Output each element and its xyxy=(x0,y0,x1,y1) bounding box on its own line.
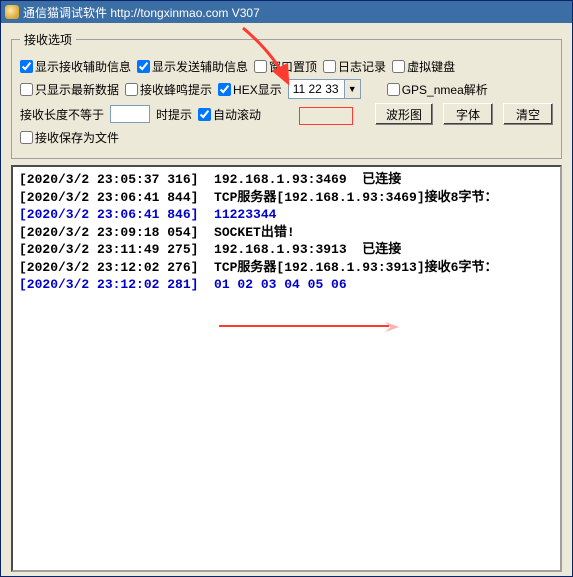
log-line: [2020/3/2 23:09:18 054] SOCKET出错! xyxy=(19,224,554,242)
chk-show-recv-aux[interactable]: 显示接收辅助信息 xyxy=(20,58,131,75)
log-line: [2020/3/2 23:12:02 276] TCP服务器[192.168.1… xyxy=(19,259,554,277)
chk-gps-box[interactable] xyxy=(387,83,400,96)
options-row-2: 只显示最新数据 接收蜂鸣提示 HEX显示 ▼ GPS_nmea解析 xyxy=(20,79,553,99)
log-line: [2020/3/2 23:12:02 281] 01 02 03 04 05 0… xyxy=(19,276,554,294)
log-line: [2020/3/2 23:06:41 844] TCP服务器[192.168.1… xyxy=(19,189,554,207)
app-icon xyxy=(5,5,19,19)
chk-auto-scroll[interactable]: 自动滚动 xyxy=(198,106,261,123)
chk-hex[interactable]: HEX显示 xyxy=(218,81,282,98)
titlebar[interactable]: 通信猫调试软件 http://tongxinmao.com V307 xyxy=(1,1,572,23)
chk-label: 虚拟键盘 xyxy=(407,58,455,75)
chevron-down-icon[interactable]: ▼ xyxy=(344,80,360,98)
options-row-1: 显示接收辅助信息 显示发送辅助信息 窗口置顶 日志记录 虚拟键盘 xyxy=(20,58,553,75)
chk-log-record-box[interactable] xyxy=(323,60,336,73)
chk-label: 日志记录 xyxy=(338,58,386,75)
chk-show-send-aux-box[interactable] xyxy=(137,60,150,73)
chk-label: 只显示最新数据 xyxy=(35,81,119,98)
group-legend: 接收选项 xyxy=(20,31,76,48)
len-ne-label: 接收长度不等于 xyxy=(20,106,104,123)
chk-only-latest-box[interactable] xyxy=(20,83,33,96)
chk-only-latest[interactable]: 只显示最新数据 xyxy=(20,81,119,98)
chk-label: 显示接收辅助信息 xyxy=(35,58,131,75)
chk-show-send-aux[interactable]: 显示发送辅助信息 xyxy=(137,58,248,75)
font-button[interactable]: 字体 xyxy=(443,103,493,125)
log-line: [2020/3/2 23:06:41 846] 11223344 xyxy=(19,206,554,224)
chk-label: 接收保存为文件 xyxy=(35,129,119,146)
chk-label: 接收蜂鸣提示 xyxy=(140,81,212,98)
chk-label: 显示发送辅助信息 xyxy=(152,58,248,75)
app-window: 通信猫调试软件 http://tongxinmao.com V307 接收选项 … xyxy=(0,0,573,577)
receive-options-group: 接收选项 显示接收辅助信息 显示发送辅助信息 窗口置顶 日志记录 xyxy=(11,31,562,159)
len-ne-input[interactable] xyxy=(110,105,150,123)
hex-combo[interactable]: ▼ xyxy=(288,79,361,99)
client-area: 接收选项 显示接收辅助信息 显示发送辅助信息 窗口置顶 日志记录 xyxy=(1,23,572,576)
chk-save-as-file-box[interactable] xyxy=(20,131,33,144)
chk-window-top[interactable]: 窗口置顶 xyxy=(254,58,317,75)
chk-gps[interactable]: GPS_nmea解析 xyxy=(387,81,488,98)
options-row-4: 接收保存为文件 xyxy=(20,129,553,146)
clear-button[interactable]: 清空 xyxy=(503,103,553,125)
chk-virtual-kb[interactable]: 虚拟键盘 xyxy=(392,58,455,75)
chk-log-record[interactable]: 日志记录 xyxy=(323,58,386,75)
chk-label: GPS_nmea解析 xyxy=(402,81,488,98)
chk-window-top-box[interactable] xyxy=(254,60,267,73)
chk-save-as-file[interactable]: 接收保存为文件 xyxy=(20,129,119,146)
chk-hex-box[interactable] xyxy=(218,83,231,96)
chk-label: HEX显示 xyxy=(233,81,282,98)
hex-combo-input[interactable] xyxy=(289,80,344,98)
chk-label: 自动滚动 xyxy=(213,106,261,123)
chk-show-recv-aux-box[interactable] xyxy=(20,60,33,73)
chk-beep-box[interactable] xyxy=(125,83,138,96)
log-line: [2020/3/2 23:11:49 275] 192.168.1.93:391… xyxy=(19,241,554,259)
wave-button[interactable]: 波形图 xyxy=(375,103,433,125)
chk-beep[interactable]: 接收蜂鸣提示 xyxy=(125,81,212,98)
window-title: 通信猫调试软件 http://tongxinmao.com V307 xyxy=(23,4,260,21)
chk-auto-scroll-box[interactable] xyxy=(198,108,211,121)
chk-virtual-kb-box[interactable] xyxy=(392,60,405,73)
options-row-3: 接收长度不等于 时提示 自动滚动 波形图 字体 清空 xyxy=(20,103,553,125)
chk-label: 窗口置顶 xyxy=(269,58,317,75)
log-output[interactable]: [2020/3/2 23:05:37 316] 192.168.1.93:346… xyxy=(11,165,562,572)
time-tip-label: 时提示 xyxy=(156,106,192,123)
log-line: [2020/3/2 23:05:37 316] 192.168.1.93:346… xyxy=(19,171,554,189)
